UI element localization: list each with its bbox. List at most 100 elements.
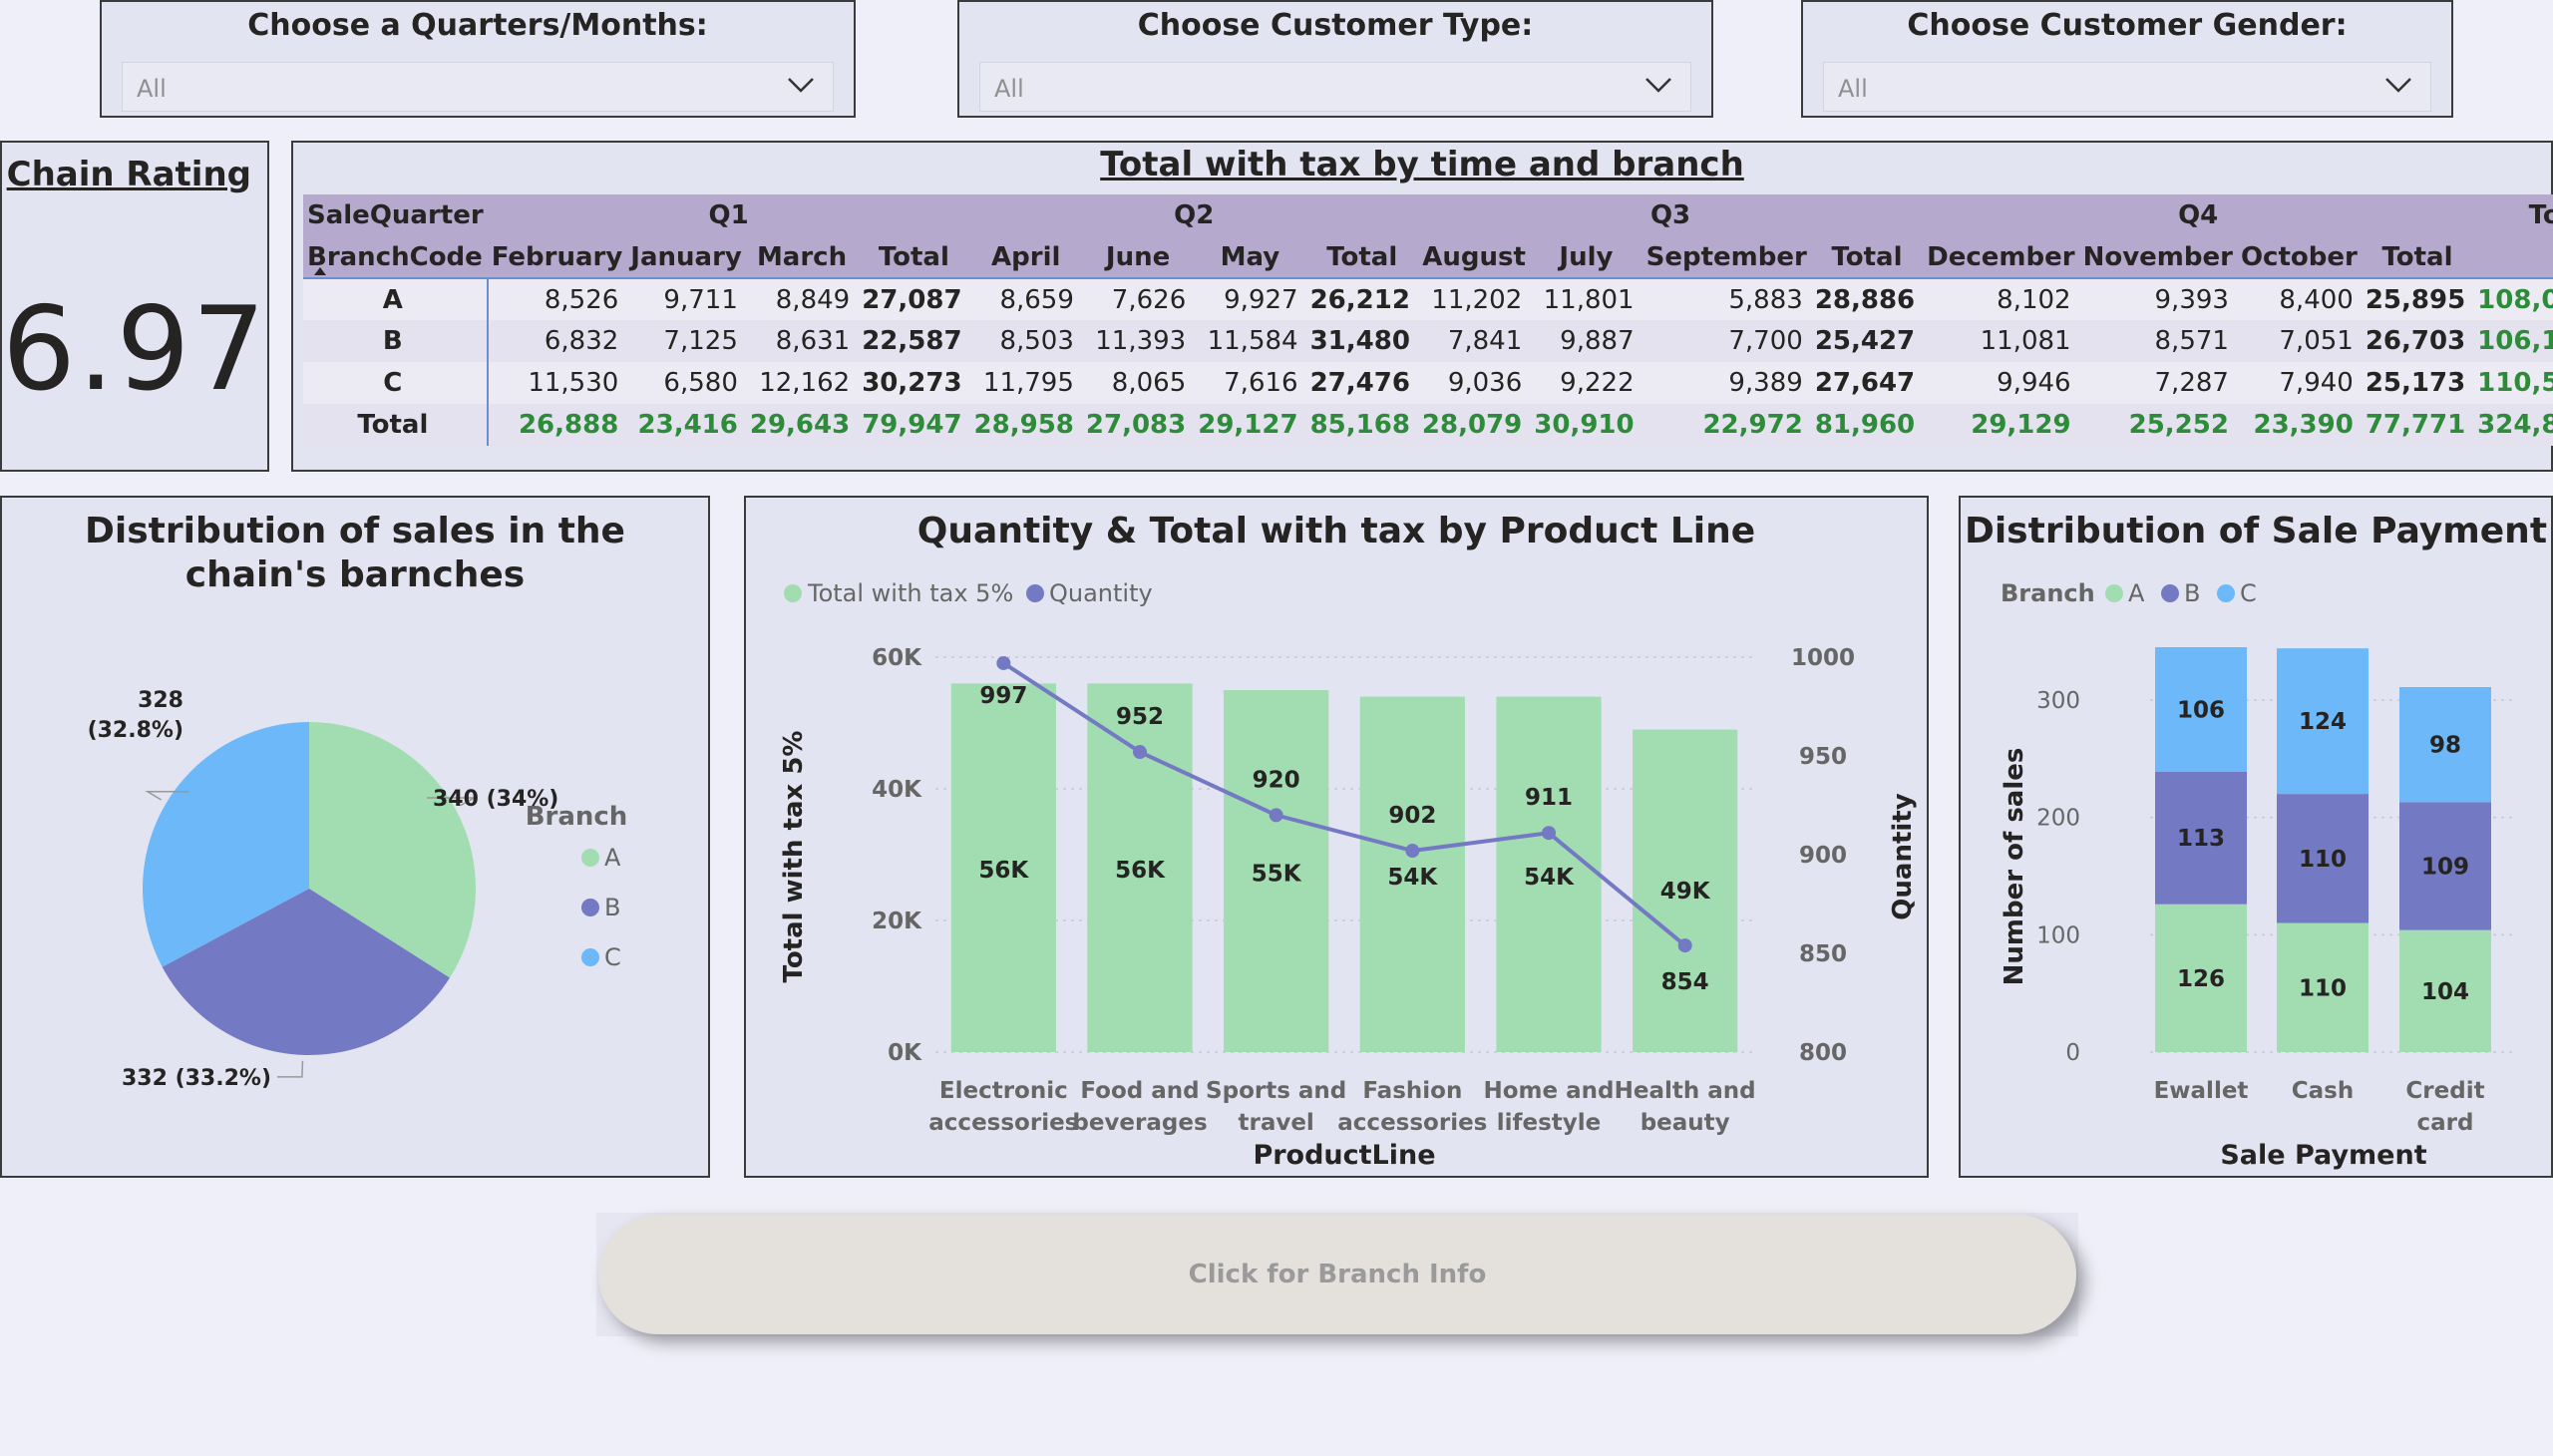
quarter-header[interactable]: Q4 [1923, 194, 2474, 236]
chevron-down-icon[interactable] [2382, 69, 2414, 101]
column-header[interactable]: April [969, 236, 1082, 279]
table-cell: 11,081 [1923, 320, 2079, 362]
table-cell: 11,393 [1081, 320, 1195, 362]
table-cell: 77,771 [2361, 404, 2474, 446]
pie-leader-line [277, 1060, 304, 1078]
table-cell: 9,887 [1530, 320, 1642, 362]
slicer-customer-gender[interactable]: Choose Customer Gender: All [1801, 0, 2453, 118]
column-header[interactable]: July [1530, 236, 1642, 279]
table-cell: 7,616 [1194, 362, 1306, 404]
quarter-header[interactable]: Q3 [1417, 194, 1924, 236]
table-cell: 7,841 [1417, 320, 1531, 362]
column-header[interactable]: Total [1305, 236, 1418, 279]
rating-value: 6.97 [2, 282, 268, 417]
column-header[interactable]: January [626, 236, 746, 279]
quarter-header[interactable]: Q2 [969, 194, 1418, 236]
x-tick-label: Credit [2405, 1078, 2484, 1104]
line-point[interactable] [1133, 745, 1147, 760]
line-data-label: 920 [1253, 767, 1300, 793]
column-header[interactable]: March [745, 236, 859, 279]
column-header[interactable]: Total [2361, 236, 2474, 279]
bar-data-label: 110 [2299, 847, 2347, 873]
slicer-customer-type[interactable]: Choose Customer Type: All [957, 0, 1713, 118]
column-header[interactable]: August [1417, 236, 1531, 279]
table-cell: 8,526 [487, 278, 627, 320]
branch-info-button[interactable]: Click for Branch Info [598, 1215, 2076, 1334]
column-header[interactable]: September [1641, 236, 1811, 279]
column-header[interactable]: November [2078, 236, 2237, 279]
line-point[interactable] [1677, 938, 1692, 953]
slicer-value: All [1838, 75, 1868, 103]
line-data-label: 902 [1388, 803, 1436, 829]
x-tick-label-line2: beverages [1072, 1110, 1207, 1136]
table-cell: 8,631 [745, 320, 859, 362]
y2-tick-label: 800 [1799, 1040, 1847, 1066]
table-cell: 7,626 [1081, 278, 1195, 320]
table-cell: 81,960 [1810, 404, 1924, 446]
matrix-title: Total with tax by time and branch [1100, 145, 1744, 184]
table-cell: 6,832 [487, 320, 627, 362]
slicer-dropdown[interactable]: All [122, 62, 834, 112]
y-tick-label: 300 [2036, 688, 2080, 714]
table-cell: 8,065 [1081, 362, 1195, 404]
table-cell: 27,647 [1810, 362, 1924, 404]
column-header[interactable]: December [1923, 236, 2079, 279]
line-point[interactable] [1542, 826, 1556, 841]
table-cell: 22,587 [858, 320, 970, 362]
table-cell: 8,571 [2078, 320, 2237, 362]
bar-data-label: 56K [978, 858, 1029, 884]
table-cell: 28,958 [969, 404, 1082, 446]
slicer-quarter-month[interactable]: Choose a Quarters/Months: All [100, 0, 856, 118]
column-header[interactable]: February [487, 236, 627, 279]
table-row[interactable]: A 8,526 9,711 8,849 27,087 8,659 7,626 9,927 26,… [303, 278, 2553, 320]
grand-total-header: Total [2473, 194, 2553, 236]
column-header[interactable]: June [1081, 236, 1195, 279]
x-tick-label-line2: accessories [1337, 1110, 1487, 1136]
line-point[interactable] [1269, 808, 1283, 823]
row-header: Total [303, 404, 489, 446]
table-row[interactable]: C 11,530 6,580 12,162 30,273 11,795 8,065 7,616… [303, 362, 2553, 404]
slicer-dropdown[interactable]: All [979, 62, 1691, 112]
y2-tick-label: 900 [1799, 843, 1847, 869]
table-row[interactable]: B 6,832 7,125 8,631 22,587 8,503 11,393 11,584 3… [303, 320, 2553, 362]
x-tick-label: Home and [1484, 1078, 1615, 1104]
x-tick-label: Electronic [939, 1078, 1068, 1104]
line-point[interactable] [996, 655, 1011, 670]
bar-data-label: 56K [1115, 858, 1166, 884]
y-tick-label: 20K [872, 909, 922, 934]
payment-legend-title: Branch [2001, 579, 2095, 607]
y-tick-label: 0K [888, 1040, 922, 1066]
payment-chart: Branch A B C 0 100 200 300 Number of sales Sale P… [2000, 579, 2515, 1171]
chevron-down-icon[interactable] [785, 69, 817, 101]
corner-header-branch[interactable]: BranchCode [303, 236, 488, 279]
table-cell: 9,389 [1641, 362, 1811, 404]
x-tick-label-line2: beauty [1641, 1110, 1730, 1136]
x-tick-label: Sports and [1206, 1078, 1346, 1104]
column-header[interactable]: Total [1810, 236, 1924, 279]
column-header[interactable]: Total [858, 236, 970, 279]
bar-data-label: 106 [2177, 697, 2225, 723]
x-tick-label-line2: accessories [928, 1110, 1078, 1136]
slicer-title: Choose Customer Gender: [1907, 8, 2348, 43]
table-cell: 11,801 [1530, 278, 1642, 320]
table-cell: 27,087 [858, 278, 970, 320]
bar-data-label: 54K [1387, 865, 1438, 891]
line-point[interactable] [1405, 844, 1420, 859]
row-header: B [303, 320, 489, 362]
x-tick-label: Ewallet [2154, 1078, 2249, 1104]
y-tick-label: 200 [2036, 806, 2080, 832]
pie-legend-title: Branch [526, 802, 628, 832]
y2-tick-label: 850 [1799, 941, 1847, 967]
combo-chart-card: Quantity & Total with tax by Product Lin… [744, 496, 1929, 1178]
column-header[interactable]: October [2236, 236, 2362, 279]
quarter-header[interactable]: Q1 [487, 194, 970, 236]
payment-legend-label: B [2184, 579, 2200, 607]
slicer-dropdown[interactable]: All [1823, 62, 2431, 112]
table-cell: 22,972 [1641, 404, 1811, 446]
sort-ascending-icon[interactable] [313, 266, 327, 276]
table-cell: 26,703 [2361, 320, 2474, 362]
table-total-row[interactable]: Total 26,888 23,416 29,643 79,947 28,958 27,08… [303, 404, 2553, 446]
grand-total-subheader [2473, 236, 2553, 279]
column-header[interactable]: May [1194, 236, 1306, 279]
chevron-down-icon[interactable] [1642, 69, 1674, 101]
